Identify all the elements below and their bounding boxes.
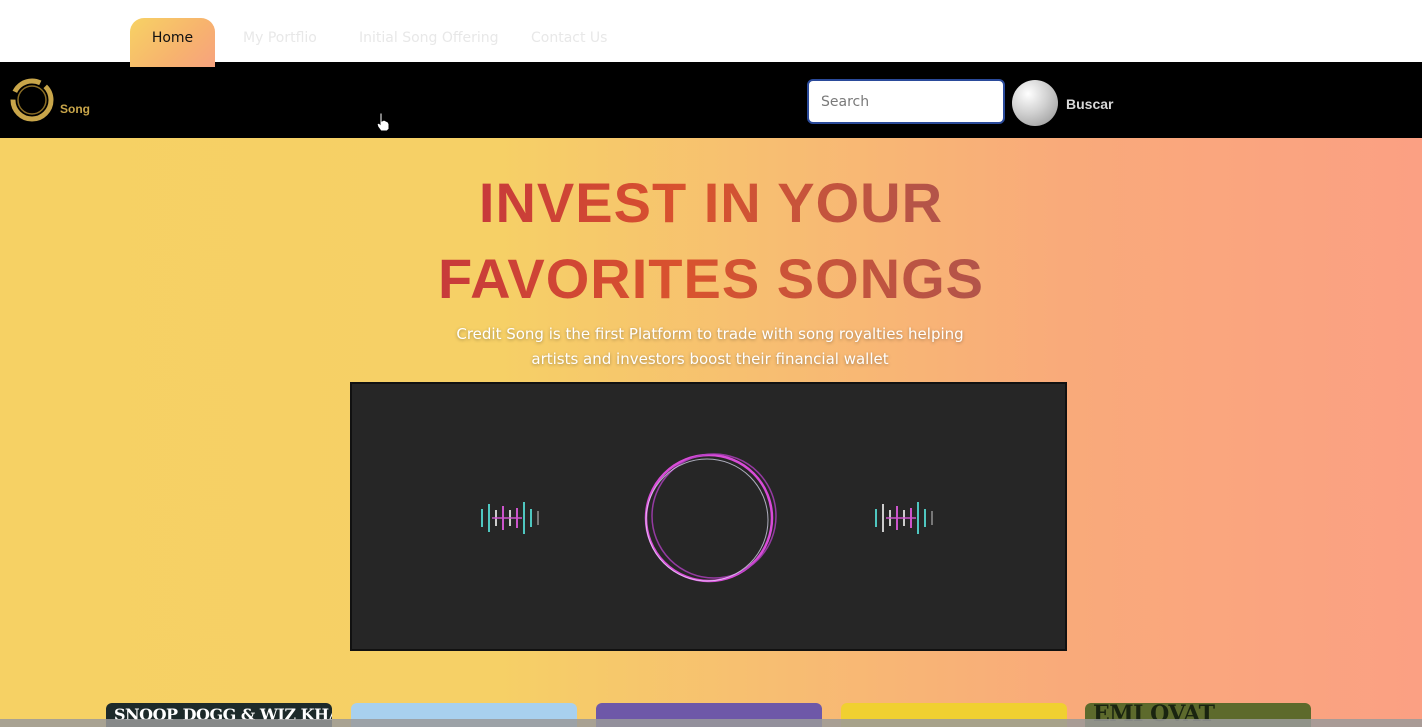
hero-subtitle: Credit Song is the first Platform to tra… [456, 325, 964, 368]
right-waveform-icon [875, 502, 933, 534]
audio-visualizer [481, 453, 933, 583]
hero-video-player[interactable] [350, 382, 1067, 651]
logo[interactable]: Song [8, 76, 98, 126]
nav-home[interactable]: Home [130, 18, 215, 67]
nav-contact-us[interactable]: Contact Us [531, 18, 607, 67]
search-button[interactable]: Buscar [1066, 96, 1113, 112]
nav-initial-song-offering[interactable]: Initial Song Offering [359, 18, 499, 67]
logo-ring-icon [10, 78, 54, 122]
search-input[interactable] [807, 79, 1005, 124]
avatar[interactable] [1012, 80, 1058, 126]
pulse-ring-icon [644, 453, 777, 583]
hero-title-line1: INVEST IN YOUR [478, 171, 944, 234]
left-waveform-icon [481, 502, 539, 534]
logo-text: Song [60, 102, 90, 116]
hand-cursor-icon [376, 112, 390, 132]
navbar: Song [0, 62, 1422, 138]
nav-my-portfolio[interactable]: My Portflio [243, 18, 317, 67]
hero-title-line2: FAVORITES SONGS [437, 247, 985, 310]
horizontal-scrollbar[interactable] [0, 719, 1422, 727]
